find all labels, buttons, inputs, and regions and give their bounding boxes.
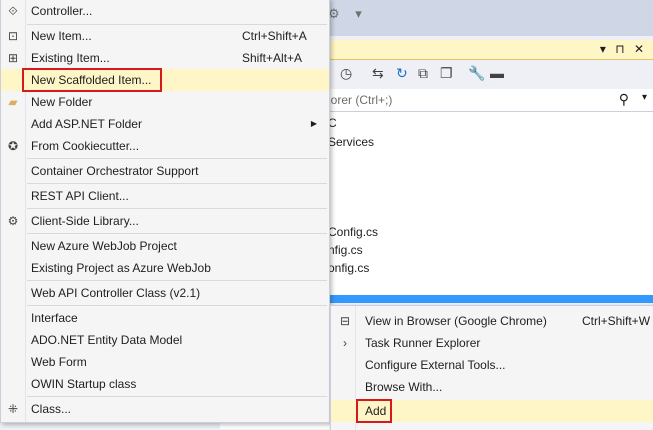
menu-item-browse-with[interactable]: Browse With... (331, 376, 653, 398)
menu-item-ado-entity-model[interactable]: ADO.NET Entity Data Model (1, 329, 329, 351)
client-library-icon: ⚙ (7, 214, 19, 228)
menu-item-interface[interactable]: Interface (1, 307, 329, 329)
menu-item-task-runner[interactable]: › Task Runner Explorer (331, 332, 653, 354)
new-item-icon: ⊡ (7, 29, 19, 43)
sync-icon[interactable]: ⇆ (372, 65, 384, 82)
menu-item-label: Web Form (31, 355, 87, 369)
menu-separator (27, 208, 327, 209)
new-folder-icon: ▰ (8, 95, 18, 109)
wrench-icon[interactable]: 🔧 (468, 65, 485, 82)
menu-item-shortcut: Ctrl+Shift+A (242, 29, 307, 43)
menu-item-class[interactable]: ⁜ Class... (1, 398, 329, 420)
menu-item-shortcut: Ctrl+Shift+W (582, 314, 651, 328)
solution-explorer-toolbar: ◷ ⇆ ↻ ⧉ ❐ 🔧 ▬ (328, 60, 653, 88)
tab-overflow-icons[interactable]: ⚙ ▾ (328, 6, 368, 22)
menu-item-label: Add ASP.NET Folder (31, 117, 142, 131)
menu-item-view-in-browser[interactable]: ⊟ View in Browser (Google Chrome) Ctrl+S… (331, 310, 653, 332)
menu-item-from-cookiecutter[interactable]: ✪ From Cookiecutter... (1, 135, 329, 157)
menu-separator (27, 305, 327, 306)
copy-icon[interactable]: ❐ (440, 65, 453, 82)
menu-item-label: Add (365, 404, 387, 418)
menu-item-label: Browse With... (365, 380, 443, 394)
selected-tree-row (328, 295, 653, 303)
menu-separator (27, 280, 327, 281)
project-context-menu: ⊟ View in Browser (Google Chrome) Ctrl+S… (330, 305, 653, 430)
menu-item-rest-api-client[interactable]: REST API Client... (1, 185, 329, 207)
menu-item-label: Controller... (31, 4, 93, 18)
menu-item-label: New Scaffolded Item... (31, 73, 152, 87)
menu-separator (27, 183, 327, 184)
add-submenu: ⟐ Controller... ⊡ New Item... Ctrl+Shift… (0, 0, 330, 423)
menu-item-label: Web API Controller Class (v2.1) (31, 286, 201, 300)
tree-item[interactable]: onfig.cs (328, 261, 369, 275)
cookiecutter-icon: ✪ (7, 139, 19, 153)
menu-item-add-aspnet-folder[interactable]: Add ASP.NET Folder ▶ (1, 113, 329, 135)
menu-item-web-api-controller[interactable]: Web API Controller Class (v2.1) (1, 282, 329, 304)
menu-item-container-orchestrator[interactable]: Container Orchestrator Support (1, 160, 329, 182)
search-icon[interactable]: ⚲ (619, 91, 629, 108)
menu-item-new-azure-webjob[interactable]: New Azure WebJob Project (1, 235, 329, 257)
menu-item-new-folder[interactable]: ▰ New Folder (1, 91, 329, 113)
menu-item-configure-tools[interactable]: Configure External Tools... (331, 354, 653, 376)
panel-controls[interactable]: ▾ ⊓ ✕ (600, 42, 647, 56)
menu-item-label: ADO.NET Entity Data Model (31, 333, 183, 347)
existing-item-icon: ⊞ (7, 51, 19, 65)
menu-item-label: Interface (31, 311, 78, 325)
menu-item-label: From Cookiecutter... (31, 139, 140, 153)
chevron-right-icon: › (343, 336, 347, 350)
submenu-arrow-icon: ▶ (310, 119, 317, 128)
chevron-down-icon[interactable]: ▾ (642, 92, 647, 103)
menu-item-existing-item[interactable]: ⊞ Existing Item... Shift+Alt+A (1, 47, 329, 69)
menu-item-controller[interactable]: ⟐ Controller... (1, 0, 329, 22)
menu-item-label: REST API Client... (31, 189, 129, 203)
menu-item-label: View in Browser (Google Chrome) (365, 314, 547, 328)
menu-item-new-scaffolded-item[interactable]: New Scaffolded Item... (1, 69, 329, 91)
menu-item-label: Existing Project as Azure WebJob (31, 261, 211, 275)
menu-item-add[interactable]: Add (331, 400, 653, 422)
class-icon: ⁜ (7, 402, 19, 416)
menu-item-label: OWIN Startup class (31, 377, 137, 391)
controller-icon: ⟐ (8, 4, 18, 18)
menu-item-label: Class... (31, 402, 72, 416)
menu-item-label: Existing Item... (31, 51, 110, 65)
tree-item[interactable]: nfig.cs (328, 243, 363, 257)
menu-item-owin-startup[interactable]: OWIN Startup class (1, 373, 329, 395)
menu-item-client-side-library[interactable]: ⚙ Client-Side Library... (1, 210, 329, 232)
solution-tree: C Services Config.cs nfig.cs onfig.cs (328, 112, 653, 295)
pin-icon[interactable]: ▬ (490, 65, 504, 81)
menu-separator (27, 233, 327, 234)
collapse-icon[interactable]: ⧉ (418, 65, 428, 82)
menu-item-label: Configure External Tools... (365, 358, 506, 372)
tree-item[interactable]: Services (328, 135, 374, 149)
menu-item-label: Container Orchestrator Support (31, 164, 199, 178)
refresh-icon[interactable]: ↻ (396, 65, 408, 82)
menu-item-label: New Item... (31, 29, 92, 43)
menu-item-existing-azure-webjob[interactable]: Existing Project as Azure WebJob (1, 257, 329, 279)
menu-item-label: Client-Side Library... (31, 214, 139, 228)
menu-item-label: New Folder (31, 95, 93, 109)
menu-separator (27, 158, 327, 159)
solution-explorer-search[interactable]: lorer (Ctrl+;) ⚲ ▾ (328, 89, 653, 112)
menu-item-new-item[interactable]: ⊡ New Item... Ctrl+Shift+A (1, 25, 329, 47)
menu-item-shortcut: Shift+Alt+A (242, 51, 303, 65)
history-icon[interactable]: ◷ (340, 65, 352, 82)
tree-item[interactable]: Config.cs (328, 225, 378, 239)
search-placeholder: lorer (Ctrl+;) (328, 93, 393, 107)
menu-separator (27, 396, 327, 397)
menu-item-label: New Azure WebJob Project (31, 239, 177, 253)
menu-item-label: Task Runner Explorer (365, 336, 481, 350)
view-browser-icon: ⊟ (339, 314, 351, 328)
menu-item-web-form[interactable]: Web Form (1, 351, 329, 373)
